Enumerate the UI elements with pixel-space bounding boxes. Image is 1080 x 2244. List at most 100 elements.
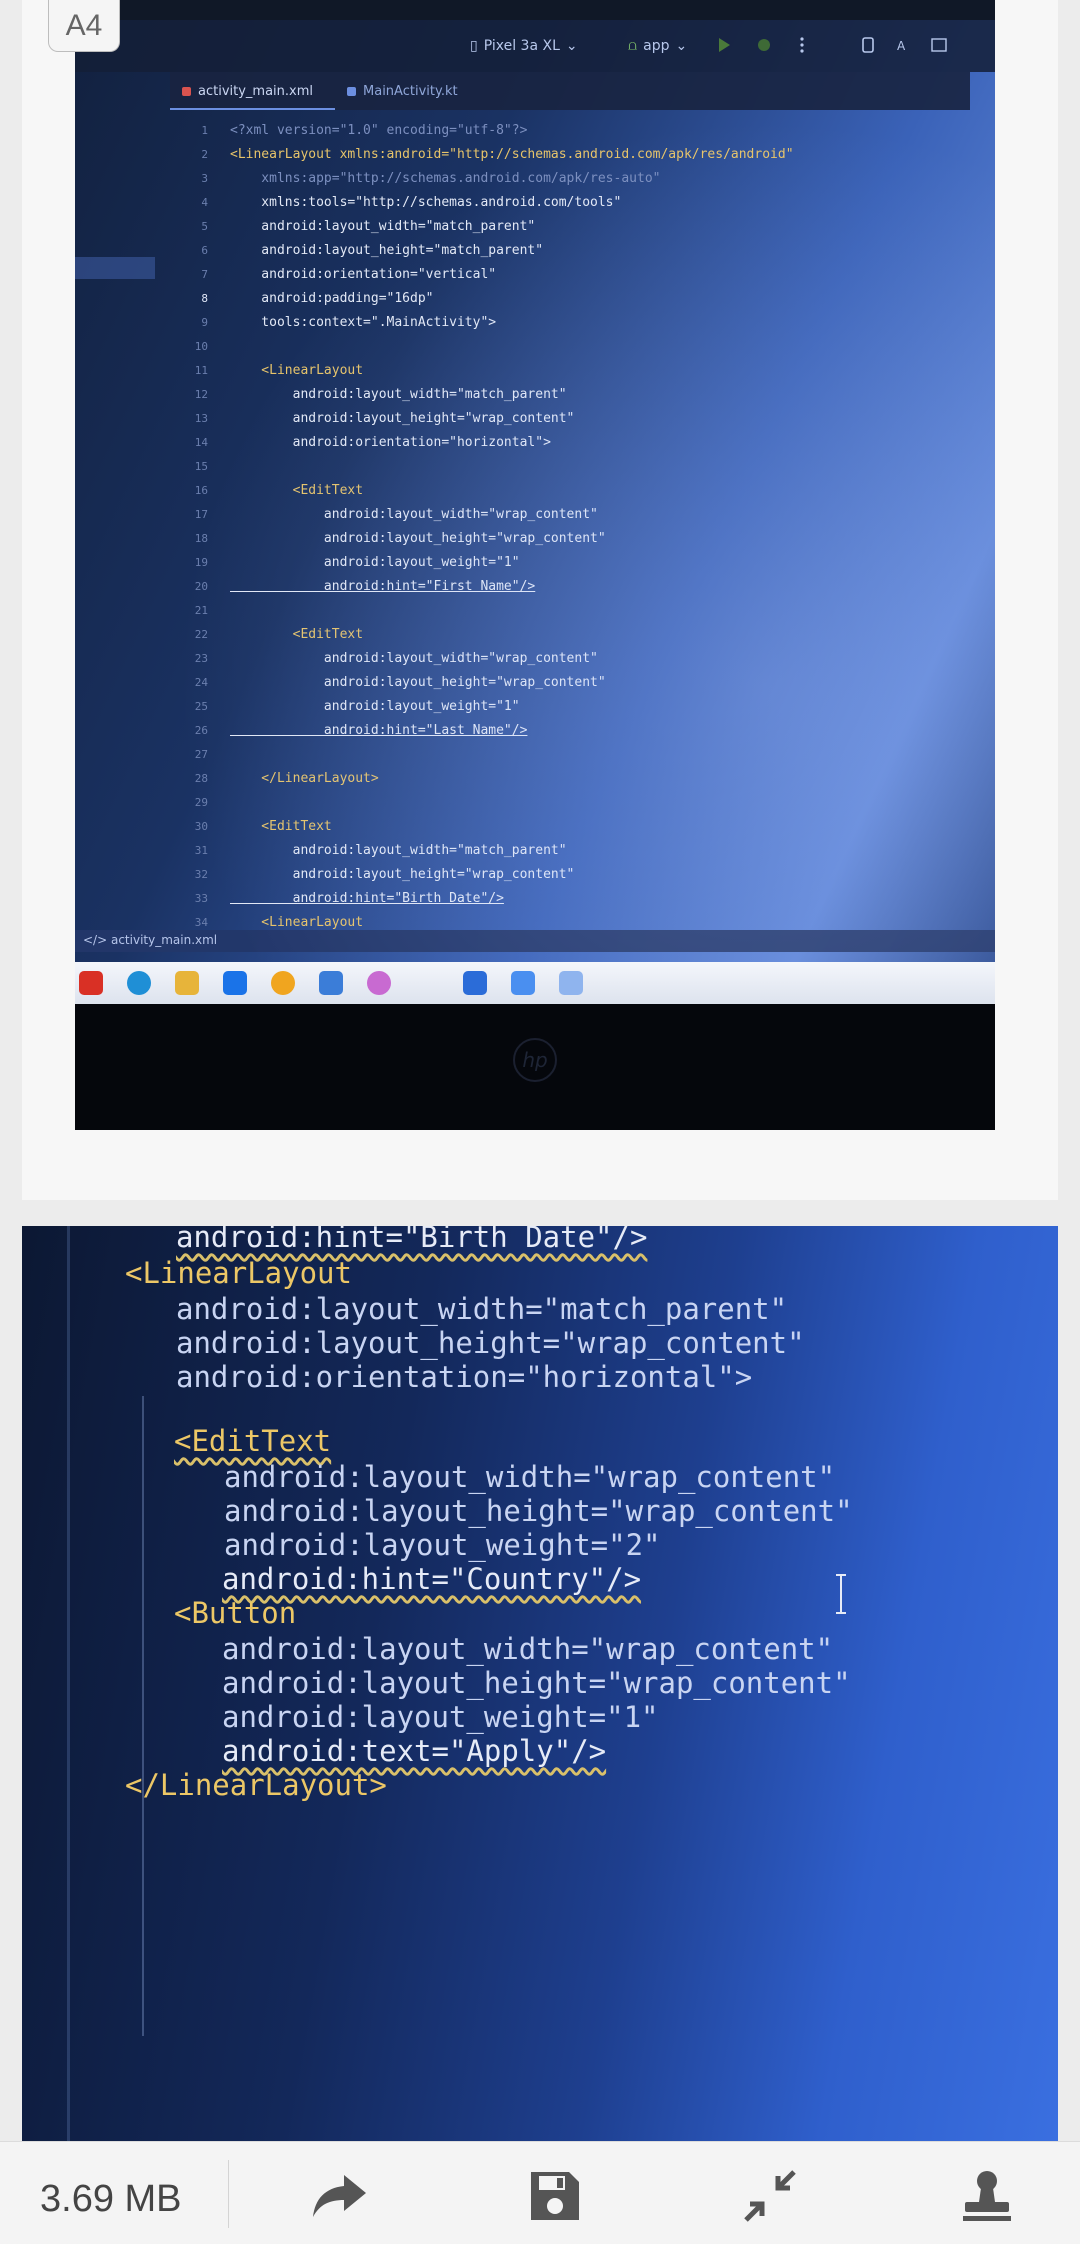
line-number: 31 <box>194 843 208 857</box>
code-line[interactable]: 12 android:layout_width="match_parent" <box>170 382 995 406</box>
editor-tabs: activity_main.xml MainActivity.kt <box>170 72 970 110</box>
run-icon[interactable] <box>715 36 733 54</box>
debug-icon[interactable] <box>755 36 773 54</box>
tab-main-activity[interactable]: MainActivity.kt <box>335 72 480 110</box>
device-selector[interactable]: ▯ Pixel 3a XL ⌄ <box>470 38 578 54</box>
outlook-icon[interactable] <box>319 971 343 995</box>
code-line[interactable]: 20 android:hint="First Name"/> <box>170 574 995 598</box>
code-line[interactable]: 5 android:layout_width="match_parent" <box>170 214 995 238</box>
code-text: android:layout_weight="1" <box>230 698 520 714</box>
line-number: 26 <box>194 723 208 737</box>
code-line[interactable]: 7 android:orientation="vertical" <box>170 262 995 286</box>
chrome-icon[interactable] <box>271 971 295 995</box>
text-cursor-icon <box>836 1574 846 1614</box>
gutter-highlight <box>75 257 155 279</box>
line-number: 14 <box>194 435 208 449</box>
code-line[interactable]: 18 android:layout_height="wrap_content" <box>170 526 995 550</box>
app-icon[interactable] <box>559 971 583 995</box>
code-line[interactable]: 27 <box>170 742 995 766</box>
code-line[interactable]: 29 <box>170 790 995 814</box>
device-manager-icon[interactable] <box>860 36 878 54</box>
zoomed-code-line: android:layout_weight="2" <box>224 1528 661 1562</box>
code-text: <LinearLayout xmlns:android="http://sche… <box>230 146 794 162</box>
tab-activity-main[interactable]: activity_main.xml <box>170 72 336 110</box>
code-line[interactable]: 17 android:layout_width="wrap_content" <box>170 502 995 526</box>
code-line[interactable]: 16 <EditText <box>170 478 995 502</box>
code-line[interactable]: 22 <EditText <box>170 622 995 646</box>
share-arrow-icon <box>313 2175 366 2217</box>
android-studio-icon[interactable] <box>511 971 535 995</box>
code-line[interactable]: 6 android:layout_height="match_parent" <box>170 238 995 262</box>
code-line[interactable]: 4 xmlns:tools="http://schemas.android.co… <box>170 190 995 214</box>
code-line[interactable]: 31 android:layout_width="match_parent" <box>170 838 995 862</box>
code-line[interactable]: 13 android:layout_height="wrap_content" <box>170 406 995 430</box>
code-line[interactable]: 30 <EditText <box>170 814 995 838</box>
line-number: 19 <box>194 555 208 569</box>
code-line[interactable]: 15 <box>170 454 995 478</box>
line-number: 24 <box>194 675 208 689</box>
line-number: 28 <box>194 771 208 785</box>
zoomed-code-line: android:layout_weight="1" <box>222 1700 659 1734</box>
edge-icon[interactable] <box>127 971 151 995</box>
stamp-button[interactable] <box>955 2164 1019 2228</box>
code-line[interactable]: 33 android:hint="Birth Date"/> <box>170 886 995 910</box>
translate-icon[interactable]: A <box>895 36 913 54</box>
line-number: 1 <box>201 123 208 137</box>
code-line[interactable]: 19 android:layout_weight="1" <box>170 550 995 574</box>
code-line[interactable]: 11 <LinearLayout <box>170 358 995 382</box>
code-line[interactable]: 14 android:orientation="horizontal"> <box>170 430 995 454</box>
zoomed-code-line: <Button <box>174 1596 297 1630</box>
code-text: android:orientation="vertical" <box>230 266 497 282</box>
line-number: 34 <box>194 915 208 929</box>
ide-screen: ▯ Pixel 3a XL ⌄ ⩍ app ⌄ A activity_main.… <box>75 20 995 970</box>
code-line[interactable]: 32 android:layout_height="wrap_content" <box>170 862 995 886</box>
file-explorer-icon[interactable] <box>175 971 199 995</box>
code-line[interactable]: 23 android:layout_width="wrap_content" <box>170 646 995 670</box>
download-icon[interactable] <box>223 971 247 995</box>
code-line[interactable]: 26 android:hint="Last Name"/> <box>170 718 995 742</box>
line-number: 13 <box>194 411 208 425</box>
line-number: 5 <box>201 219 208 233</box>
tab-label: MainActivity.kt <box>363 84 458 99</box>
code-editor[interactable]: 1 <?xml version="1.0" encoding="utf-8"?> 2… <box>170 118 995 934</box>
code-text: <LinearLayout <box>230 914 364 930</box>
chevron-down-icon: ⌄ <box>565 38 578 54</box>
svg-text:A: A <box>897 39 906 53</box>
code-text: android:layout_height="wrap_content" <box>230 410 575 426</box>
zoomed-code-line: android:layout_height="wrap_content" <box>224 1494 853 1528</box>
line-number: 17 <box>194 507 208 521</box>
android-icon: ⩍ <box>628 38 638 54</box>
save-button[interactable] <box>523 2164 587 2228</box>
line-number: 15 <box>194 459 208 473</box>
code-text: <EditText <box>230 482 364 498</box>
compress-button[interactable] <box>738 2164 802 2228</box>
stamp-icon <box>963 2171 1011 2221</box>
code-line[interactable]: 2 <LinearLayout xmlns:android="http://sch… <box>170 142 995 166</box>
run-config-selector[interactable]: ⩍ app ⌄ <box>628 38 687 54</box>
code-line[interactable]: 28 </LinearLayout> <box>170 766 995 790</box>
page-size-badge[interactable]: A4 <box>48 0 120 52</box>
code-line[interactable]: 3 xmlns:app="http://schemas.android.com/… <box>170 166 995 190</box>
layout-icon[interactable] <box>930 36 948 54</box>
file-size: 3.69 MB <box>40 2178 182 2220</box>
zoomed-code-line: android:hint="Birth Date"/> <box>176 1226 648 1254</box>
code-text: xmlns:app="http://schemas.android.com/ap… <box>230 170 661 186</box>
code-line[interactable]: 21 <box>170 598 995 622</box>
downloads-icon[interactable] <box>463 971 487 995</box>
copilot-icon[interactable] <box>367 971 391 995</box>
monitor-photo: ▯ Pixel 3a XL ⌄ ⩍ app ⌄ A activity_main.… <box>75 0 995 1130</box>
share-button[interactable] <box>308 2164 372 2228</box>
code-line[interactable]: 9 tools:context=".MainActivity"> <box>170 310 995 334</box>
code-line[interactable]: 25 android:layout_weight="1" <box>170 694 995 718</box>
zoomed-code-line: android:hint="Country"/> <box>222 1562 642 1596</box>
line-number: 33 <box>194 891 208 905</box>
code-line[interactable]: 8 android:padding="16dp" <box>170 286 995 310</box>
code-line[interactable]: 10 <box>170 334 995 358</box>
youtube-icon[interactable] <box>79 971 103 995</box>
code-line[interactable]: 1 <?xml version="1.0" encoding="utf-8"?> <box>170 118 995 142</box>
code-line[interactable]: 24 android:layout_height="wrap_content" <box>170 670 995 694</box>
more-vertical-icon[interactable] <box>793 36 811 54</box>
line-number: 2 <box>201 147 208 161</box>
status-file: activity_main.xml <box>110 933 218 947</box>
zoomed-code-line: android:orientation="horizontal"> <box>176 1360 753 1394</box>
